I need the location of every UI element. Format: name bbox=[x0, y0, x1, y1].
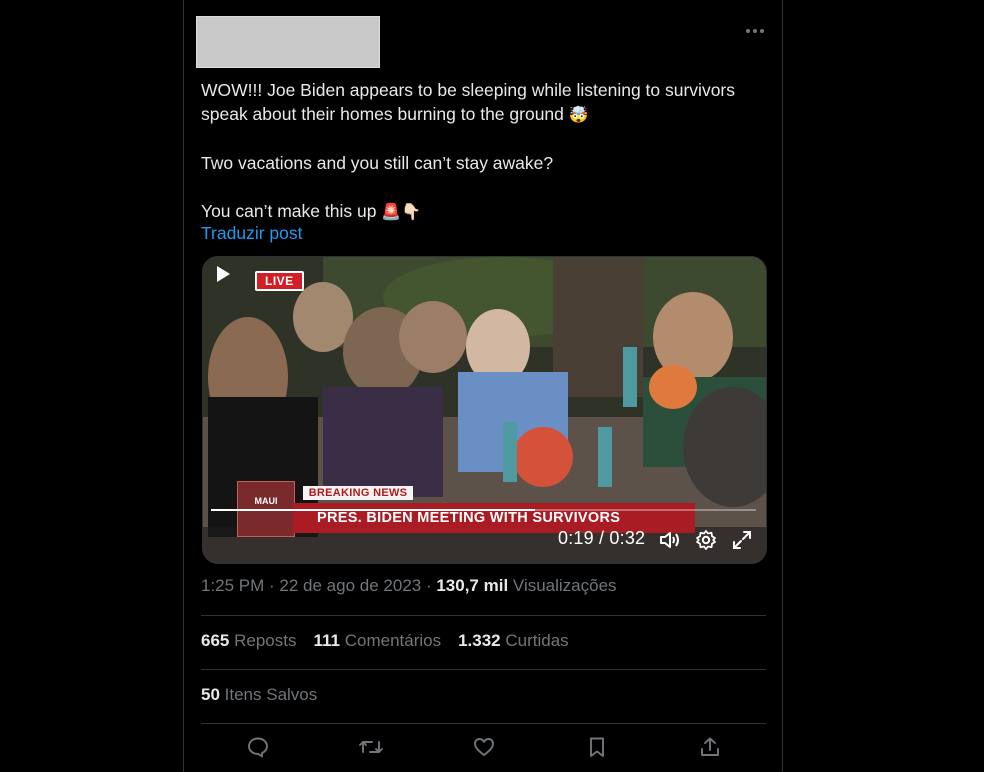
gear-icon bbox=[696, 530, 716, 550]
tweet-time[interactable]: 1:25 PM bbox=[201, 576, 264, 595]
saves-stats: 50 Itens Salvos bbox=[201, 685, 334, 705]
tweet-paragraph-1: WOW!!! Joe Biden appears to be sleeping … bbox=[201, 80, 736, 124]
video-time-display: 0:19 / 0:32 bbox=[558, 528, 646, 548]
play-icon bbox=[217, 266, 230, 282]
views-label: Visualizações bbox=[512, 576, 617, 595]
likes-stat[interactable]: 1.332 Curtidas bbox=[458, 631, 569, 651]
translate-post-link[interactable]: Traduzir post bbox=[201, 223, 302, 244]
siren-pointing-emoji: 🚨👇🏻 bbox=[381, 202, 422, 221]
share-button[interactable] bbox=[693, 730, 727, 764]
tweet-text: WOW!!! Joe Biden appears to be sleeping … bbox=[201, 78, 766, 224]
more-dots-icon bbox=[746, 29, 764, 33]
saves-stat[interactable]: 50 Itens Salvos bbox=[201, 685, 317, 705]
divider bbox=[201, 669, 766, 670]
tweet-paragraph-3: You can’t make this up 🚨👇🏻 bbox=[201, 201, 422, 221]
tweet-date[interactable]: 22 de ago de 2023 bbox=[279, 576, 421, 595]
volume-button[interactable] bbox=[659, 530, 681, 555]
divider bbox=[201, 723, 766, 724]
comments-stat[interactable]: 111 Comentários bbox=[313, 631, 441, 651]
reposts-stat[interactable]: 665 Reposts bbox=[201, 631, 296, 651]
bookmark-icon bbox=[589, 737, 604, 757]
video-progress-fill bbox=[211, 509, 535, 511]
tweet-actions bbox=[201, 730, 766, 764]
repost-button[interactable] bbox=[354, 730, 388, 764]
like-button[interactable] bbox=[467, 730, 501, 764]
video-player[interactable]: LIVE MAUI BREAKING NEWS PRES. BIDEN MEET… bbox=[202, 256, 767, 564]
tweet-paragraph-2: Two vacations and you still can’t stay a… bbox=[201, 153, 554, 173]
divider bbox=[201, 615, 766, 616]
engagement-stats: 665 Reposts 111 Comentários 1.332 Curtidas bbox=[201, 631, 586, 651]
breaking-news-label: BREAKING NEWS bbox=[303, 486, 413, 500]
exploding-head-emoji: 🤯 bbox=[568, 105, 589, 124]
expand-icon bbox=[733, 531, 751, 549]
heart-icon bbox=[473, 738, 494, 756]
share-icon bbox=[700, 737, 719, 756]
redacted-author-block bbox=[196, 16, 380, 68]
video-progress-bar[interactable] bbox=[211, 509, 756, 511]
reply-button[interactable] bbox=[241, 730, 275, 764]
speaker-icon bbox=[660, 532, 679, 548]
repost-icon bbox=[358, 741, 383, 753]
tweet-meta: 1:25 PM · 22 de ago de 2023 · 130,7 mil … bbox=[201, 576, 617, 595]
fullscreen-button[interactable] bbox=[731, 529, 753, 556]
live-badge: LIVE bbox=[255, 271, 304, 291]
more-options-button[interactable] bbox=[742, 18, 768, 44]
tweet-column: WOW!!! Joe Biden appears to be sleeping … bbox=[183, 0, 783, 772]
settings-button[interactable] bbox=[695, 529, 717, 556]
views-count: 130,7 mil bbox=[436, 576, 509, 595]
play-button[interactable] bbox=[215, 265, 231, 288]
bookmark-button[interactable] bbox=[580, 730, 614, 764]
reply-icon bbox=[247, 737, 268, 758]
